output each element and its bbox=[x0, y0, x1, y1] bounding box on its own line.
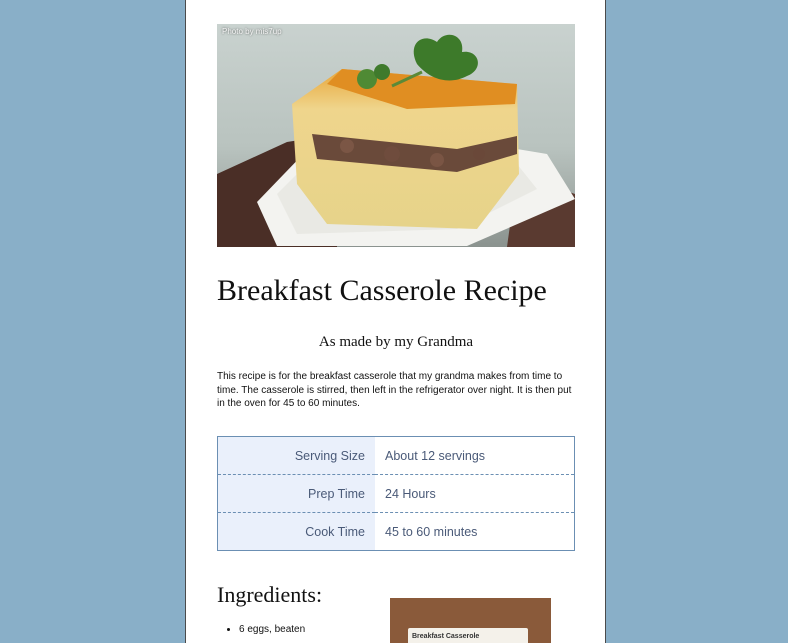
recipe-intro: This recipe is for the breakfast cassero… bbox=[217, 371, 572, 409]
casserole-photo: Photo by mis7up bbox=[217, 24, 575, 247]
ingredients-heading: Ingredients: bbox=[217, 582, 323, 607]
page-title: Breakfast Casserole Recipe bbox=[217, 274, 547, 307]
table-row: Prep Time 24 Hours bbox=[217, 474, 575, 513]
recipe-card: Breakfast Casserole bbox=[408, 628, 528, 643]
fact-label: Cook Time bbox=[217, 512, 375, 551]
fact-value: About 12 servings bbox=[375, 436, 575, 475]
table-row: Serving Size About 12 servings bbox=[217, 436, 575, 475]
casserole-photo-illustration bbox=[217, 24, 575, 247]
recipe-facts-table: Serving Size About 12 servings Prep Time… bbox=[217, 436, 575, 551]
photo-credit: Photo by mis7up bbox=[222, 27, 282, 36]
table-row: Cook Time 45 to 60 minutes bbox=[217, 512, 575, 551]
ingredients-list: 6 eggs, beaten bbox=[219, 624, 305, 635]
recipe-card-text: Breakfast Casserole bbox=[412, 633, 480, 640]
fact-label: Prep Time bbox=[217, 474, 375, 513]
fact-value: 45 to 60 minutes bbox=[375, 512, 575, 551]
fact-label: Serving Size bbox=[217, 436, 375, 475]
list-item: 6 eggs, beaten bbox=[239, 624, 305, 635]
recipe-page: Photo by mis7up Breakfast Casserole Reci… bbox=[185, 0, 606, 643]
page-subtitle: As made by my Grandma bbox=[318, 334, 474, 350]
fact-value: 24 Hours bbox=[375, 474, 575, 513]
recipe-card-photo: Breakfast Casserole bbox=[390, 598, 551, 643]
